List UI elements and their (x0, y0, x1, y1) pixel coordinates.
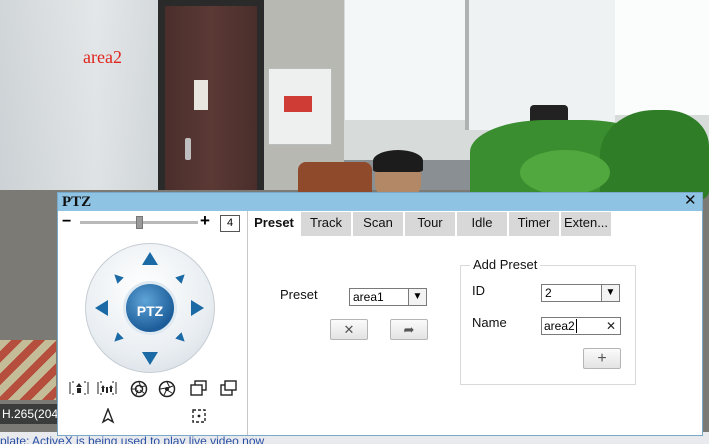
pan-up-left-icon[interactable] (111, 271, 124, 284)
tab-tour[interactable]: Tour (405, 212, 457, 236)
pan-down-left-icon[interactable] (111, 332, 124, 345)
pan-left-icon[interactable] (95, 300, 108, 316)
tab-track[interactable]: Track (301, 212, 353, 236)
pan-up-icon[interactable] (142, 252, 158, 265)
tab-extension[interactable]: Exten... (561, 212, 613, 236)
plant (520, 150, 610, 195)
chevron-down-icon: ▼ (408, 289, 426, 305)
area-overlay-label: area2 (83, 47, 122, 67)
codec-status: H.265(2048 (0, 404, 60, 424)
pan-right-icon[interactable] (191, 300, 204, 316)
window-stack-icon[interactable] (219, 380, 239, 398)
iris-open-icon[interactable] (129, 380, 149, 398)
door-note (194, 80, 208, 110)
window-bar (465, 0, 469, 130)
preset-select-value: area1 (353, 290, 384, 304)
ptz-header: PTZ ✕ (58, 192, 702, 211)
focus-far-icon[interactable] (97, 380, 117, 398)
ptz-center-button[interactable]: PTZ (123, 281, 177, 335)
preset-name-input[interactable]: area2 ✕ (541, 317, 621, 335)
delete-icon: ✕ (343, 322, 355, 337)
id-select-value: 2 (545, 286, 552, 300)
person-hair (373, 150, 423, 172)
goto-preset-button[interactable]: ➦ (390, 319, 428, 340)
tab-timer[interactable]: Timer (509, 212, 561, 236)
delete-preset-button[interactable]: ✕ (330, 319, 368, 340)
goto-icon: ➦ (403, 322, 415, 337)
pan-down-right-icon[interactable] (175, 332, 188, 345)
tab-scan[interactable]: Scan (353, 212, 405, 236)
pan-up-right-icon[interactable] (175, 271, 188, 284)
window-icon[interactable] (189, 380, 209, 398)
navigate-icon[interactable] (98, 407, 118, 426)
zoom-out-button[interactable]: − (62, 213, 71, 231)
preset-label: Preset (280, 287, 318, 302)
ptz-tabs: Preset Track Scan Tour Idle Timer Exten.… (249, 212, 702, 236)
id-label: ID (472, 283, 485, 298)
speed-value[interactable]: 4 (220, 215, 240, 232)
pan-down-icon[interactable] (142, 352, 158, 365)
plant (600, 110, 709, 200)
id-select[interactable]: 2 ▼ (541, 284, 620, 302)
wall-sign-red (284, 96, 312, 112)
add-preset-title: Add Preset (470, 257, 541, 272)
ptz-title: PTZ (62, 194, 92, 210)
preset-name-value: area2 (544, 319, 575, 333)
direction-pad[interactable]: PTZ (85, 243, 215, 373)
warning-stripe (0, 340, 56, 400)
zoom-in-button[interactable]: + (200, 212, 210, 230)
panel-divider (247, 211, 248, 435)
add-icon: + (597, 350, 607, 367)
chevron-down-icon: ▼ (601, 285, 619, 301)
clear-icon[interactable]: ✕ (606, 318, 616, 334)
add-preset-button[interactable]: + (583, 348, 621, 369)
zoom-slider-thumb[interactable] (136, 216, 143, 229)
door (165, 6, 257, 196)
window (345, 0, 471, 120)
tab-idle[interactable]: Idle (457, 212, 509, 236)
area-select-icon[interactable] (189, 408, 209, 426)
ptz-panel: PTZ ✕ − + 4 PTZ Preset Track Scan Tour I… (57, 192, 703, 436)
iris-close-icon[interactable] (157, 380, 177, 398)
focus-near-icon[interactable] (69, 380, 89, 398)
window (615, 0, 709, 115)
tab-preset[interactable]: Preset (249, 212, 301, 236)
name-label: Name (472, 315, 507, 330)
door-handle (185, 138, 191, 160)
close-icon[interactable]: ✕ (684, 192, 697, 210)
preset-select[interactable]: area1 ▼ (349, 288, 427, 306)
